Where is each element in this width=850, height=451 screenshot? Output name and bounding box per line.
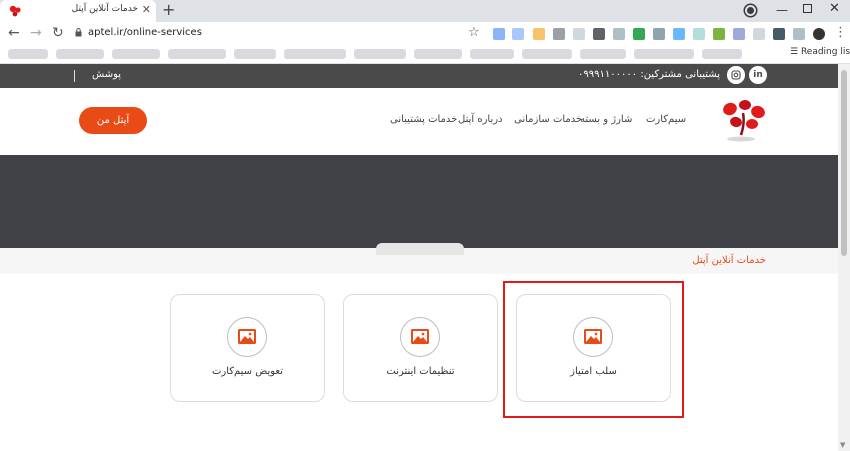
services-grid: سلب امتیاز تنظیمات اینترنت تعویض سیم‌کار… (0, 274, 838, 451)
extension-icon[interactable] (613, 28, 625, 40)
hero-tab-handle (376, 243, 464, 255)
reading-list-label: Reading list (800, 47, 850, 57)
bookmark-star-icon[interactable]: ☆ (468, 25, 480, 40)
nav-item-charge[interactable]: شارژ و بسته (580, 114, 632, 125)
browser-menu-icon[interactable]: ⋮ (834, 25, 847, 40)
browser-tab-strip: خدمات آنلاین آپتل ✕ + — ✕ (0, 0, 850, 22)
image-icon (400, 317, 440, 357)
nav-item-about[interactable]: درباره آپتل (458, 114, 503, 125)
extension-icon[interactable] (733, 28, 745, 40)
back-button[interactable]: ← (8, 24, 20, 42)
linkedin-icon[interactable]: in (749, 66, 767, 84)
reload-button[interactable]: ↻ (52, 24, 64, 42)
extension-icon[interactable] (653, 28, 665, 40)
bookmark-item[interactable] (112, 49, 160, 59)
browser-toolbar: ← → ↻ aptel.ir/online-services ☆ ⋮ (0, 22, 850, 44)
window-maximize-button[interactable] (803, 4, 812, 13)
extension-icon[interactable] (713, 28, 725, 40)
bookmark-item[interactable] (8, 49, 48, 59)
bookmark-item[interactable] (470, 49, 514, 59)
bookmark-item[interactable] (354, 49, 406, 59)
page-title: خدمات آنلاین آپتل (692, 255, 766, 266)
bookmark-item[interactable] (56, 49, 104, 59)
aptel-logo[interactable] (712, 95, 770, 145)
bookmark-item[interactable] (414, 49, 462, 59)
selection-highlight-box (503, 281, 684, 418)
aptel-favicon-icon (9, 5, 21, 17)
site-header: سیم‌کارت شارژ و بسته خدمات سازمانی دربار… (0, 88, 838, 155)
extension-icon[interactable] (773, 28, 785, 40)
extension-icon[interactable] (753, 28, 765, 40)
login-link[interactable]: پوشش (92, 69, 121, 80)
service-card-label: تنظیمات اینترنت (386, 366, 455, 377)
my-aptel-button[interactable]: آپتل من (79, 107, 147, 134)
extension-icon[interactable] (693, 28, 705, 40)
tab-close-icon[interactable]: ✕ (142, 3, 151, 17)
service-card-simcard-swap[interactable]: تعویض سیم‌کارت (170, 294, 325, 402)
extension-icon[interactable] (593, 28, 605, 40)
support-phone: پشتیبانی مشترکین: ۰۹۹۹۱۱۰۰۰۰۰ (578, 69, 720, 80)
scroll-down-arrow-icon[interactable]: ▼ (840, 441, 845, 449)
site-topbar: in پشتیبانی مشترکین: ۰۹۹۹۱۱۰۰۰۰۰ پوشش (0, 64, 838, 88)
hero-banner (0, 155, 838, 248)
extension-icon[interactable] (512, 28, 524, 40)
new-tab-button[interactable]: + (162, 1, 175, 19)
window-close-button[interactable]: ✕ (829, 1, 840, 16)
bookmarks-bar: ☰ Reading list (0, 44, 850, 64)
address-bar[interactable]: aptel.ir/online-services (88, 27, 202, 38)
nav-item-simcard[interactable]: سیم‌کارت (646, 114, 686, 125)
forward-button[interactable]: → (30, 24, 42, 42)
extension-icon[interactable] (573, 28, 585, 40)
scrollbar-thumb[interactable] (841, 70, 847, 256)
extension-icon[interactable] (793, 28, 805, 40)
service-card-label: تعویض سیم‌کارت (211, 366, 284, 377)
extension-icon[interactable] (533, 28, 545, 40)
service-card-internet-settings[interactable]: تنظیمات اینترنت (343, 294, 498, 402)
extension-icon[interactable] (493, 28, 505, 40)
bookmark-item[interactable] (168, 49, 226, 59)
divider (74, 70, 75, 82)
extension-icon[interactable] (633, 28, 645, 40)
bookmark-item[interactable] (284, 49, 346, 59)
bookmark-item[interactable] (234, 49, 276, 59)
window-minimize-button[interactable]: — (776, 3, 788, 17)
reading-list-button[interactable]: ☰ Reading list (790, 47, 850, 57)
nav-item-support[interactable]: خدمات پشتیبانی (390, 114, 457, 125)
main-nav: سیم‌کارت شارژ و بسته خدمات سازمانی دربار… (388, 114, 686, 128)
browser-tab-active[interactable]: خدمات آنلاین آپتل ✕ (0, 0, 156, 22)
instagram-icon[interactable] (727, 66, 745, 84)
tab-title: خدمات آنلاین آپتل (71, 4, 138, 14)
profile-avatar[interactable] (813, 28, 825, 40)
lock-icon[interactable] (75, 28, 82, 37)
bookmark-item[interactable] (522, 49, 572, 59)
extension-icon[interactable] (553, 28, 565, 40)
extension-icon[interactable] (673, 28, 685, 40)
bookmark-item[interactable] (634, 49, 694, 59)
record-icon[interactable] (745, 5, 756, 16)
bookmark-item[interactable] (580, 49, 626, 59)
reading-list-icon: ☰ (790, 47, 801, 57)
image-icon (227, 317, 267, 357)
nav-item-enterprise[interactable]: خدمات سازمانی (514, 114, 582, 125)
bookmark-item[interactable] (702, 49, 742, 59)
